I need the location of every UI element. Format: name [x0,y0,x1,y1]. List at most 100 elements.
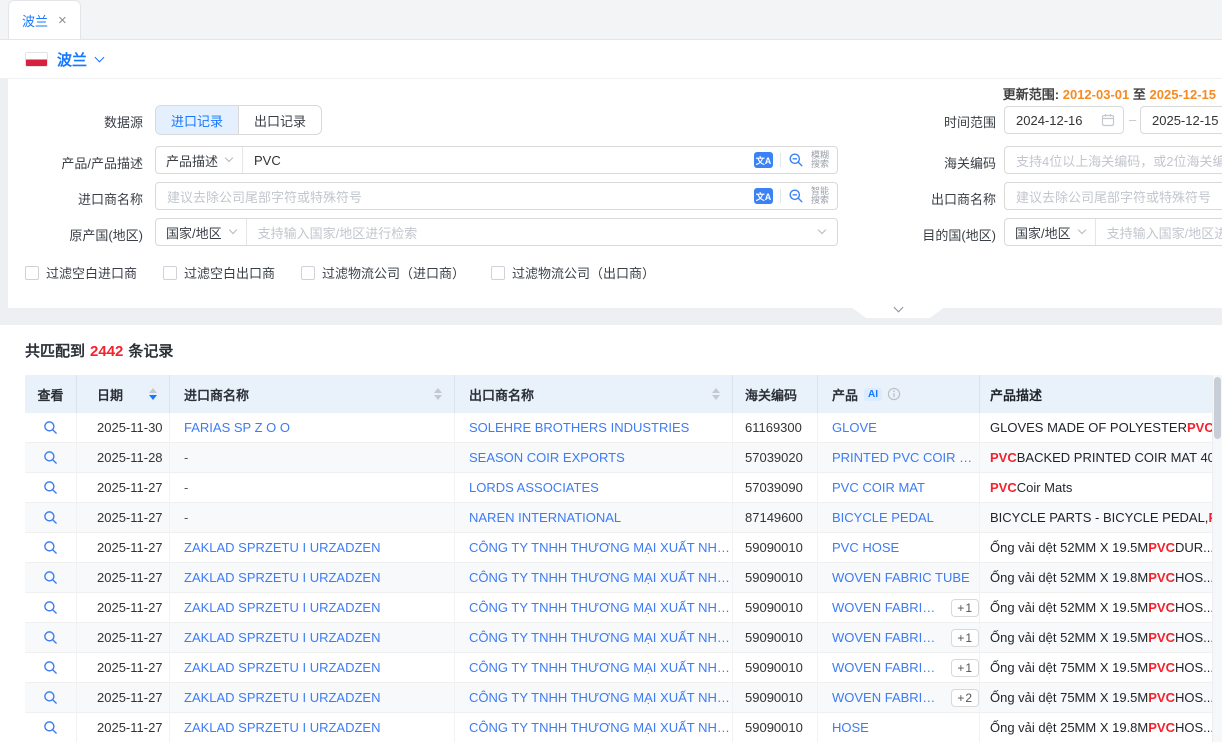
translate-icon[interactable]: 文A [754,188,773,204]
row-extra-count-badge[interactable]: +2 [951,689,979,707]
product-search-input[interactable]: PVC [243,153,292,168]
country-name[interactable]: 波兰 [57,49,87,70]
row-exporter[interactable]: CÔNG TY TNHH THƯƠNG MẠI XUẤT NHẬP... [469,660,732,675]
view-record-icon[interactable] [43,420,58,435]
checkbox-icon[interactable] [163,266,177,280]
checkbox-filter-logistics-importer[interactable]: 过滤物流公司（进口商） [301,263,465,282]
row-product[interactable]: WOVEN FABRIC ... [832,600,944,615]
row-product[interactable]: GLOVE [832,420,877,435]
vertical-scrollbar[interactable] [1212,375,1222,742]
row-product[interactable]: PRINTED PVC COIR M... [832,450,979,465]
row-product[interactable]: PVC HOSE [832,540,899,555]
view-record-icon[interactable] [43,570,58,585]
row-importer[interactable]: ZAKLAD SPRZETU I URZADZEN [184,570,380,585]
checkbox-filter-blank-importer[interactable]: 过滤空白进口商 [25,263,137,282]
row-desc-highlight: PVC [1148,540,1175,555]
row-product[interactable]: BICYCLE PEDAL [832,510,934,525]
row-description: PVC Coir Mats [980,473,1212,502]
row-importer[interactable]: - [184,480,188,495]
row-importer[interactable]: ZAKLAD SPRZETU I URZADZEN [184,690,380,705]
smart-search-mode[interactable]: 智能 搜索 [811,187,829,206]
row-product[interactable]: PVC COIR MAT [832,480,925,495]
time-range-end-input[interactable]: 2025-12-15 [1140,106,1222,134]
translate-icon[interactable]: 文A [754,152,773,168]
tab-import-records[interactable]: 进口记录 [156,106,238,134]
close-icon[interactable]: × [58,13,67,28]
info-icon[interactable] [887,387,901,401]
row-product[interactable]: WOVEN FABRIC TUBE [832,570,970,585]
row-product[interactable]: WOVEN FABRIC ... [832,690,944,705]
header-importer[interactable]: 进口商名称 [170,375,455,413]
row-date: 2025-11-27 [77,563,170,592]
chevron-down-icon[interactable] [95,53,105,63]
hs-code-input[interactable]: 支持4位以上海关编码，或2位海关编码加 [1004,146,1222,174]
row-exporter[interactable]: CÔNG TY TNHH THƯƠNG MẠI XUẤT NHẬP... [469,570,732,585]
header-date[interactable]: 日期 [77,375,170,413]
row-importer[interactable]: ZAKLAD SPRZETU I URZADZEN [184,660,380,675]
row-product[interactable]: WOVEN FABRIC ... [832,630,944,645]
view-record-icon[interactable] [43,480,58,495]
row-exporter[interactable]: SEASON COIR EXPORTS [469,450,625,465]
row-extra-count-badge[interactable]: +1 [951,599,979,617]
tab-poland[interactable]: 波兰 × [8,0,81,39]
row-importer[interactable]: ZAKLAD SPRZETU I URZADZEN [184,630,380,645]
checkbox-filter-blank-exporter[interactable]: 过滤空白出口商 [163,263,275,282]
row-exporter[interactable]: CÔNG TY TNHH THƯƠNG MẠI XUẤT NHẬP... [469,630,732,645]
view-record-icon[interactable] [43,690,58,705]
time-range-start-input[interactable]: 2024-12-16 [1004,106,1124,134]
checkbox-icon[interactable] [25,266,39,280]
table-row: 2025-11-27 - NAREN INTERNATIONAL 8714960… [25,503,1212,533]
checkbox-icon[interactable] [301,266,315,280]
smart-search-icon[interactable] [788,188,804,204]
row-importer[interactable]: FARIAS SP Z O O [184,420,290,435]
origin-country-select[interactable]: 国家/地区 [156,219,246,245]
row-desc-post: HOS... [1175,660,1212,675]
view-record-icon[interactable] [43,660,58,675]
header-date-label: 日期 [97,385,123,404]
checkbox-label: 过滤空白进口商 [46,263,137,282]
table-row: 2025-11-27 ZAKLAD SPRZETU I URZADZEN CÔN… [25,653,1212,683]
checkbox-filter-logistics-exporter[interactable]: 过滤物流公司（出口商） [491,263,655,282]
row-exporter[interactable]: NAREN INTERNATIONAL [469,510,621,525]
importer-name-input[interactable]: 建议去除公司尾部字符或特殊符号 文A 智能 搜索 [155,182,838,210]
row-exporter[interactable]: CÔNG TY TNHH THƯƠNG MẠI XUẤT NHẬP... [469,720,732,735]
row-exporter[interactable]: CÔNG TY TNHH THƯƠNG MẠI XUẤT NHẬP... [469,690,732,705]
row-importer[interactable]: ZAKLAD SPRZETU I URZADZEN [184,540,380,555]
row-importer[interactable]: ZAKLAD SPRZETU I URZADZEN [184,600,380,615]
view-record-icon[interactable] [43,600,58,615]
scrollbar-thumb[interactable] [1214,377,1221,439]
row-description: Ống vải dệt 52MM X 19.5M PVC HOS... [980,593,1212,622]
match-summary: 共匹配到2442条记录 [25,340,173,361]
row-exporter[interactable]: CÔNG TY TNHH THƯƠNG MẠI XUẤT NHẬP... [469,600,732,615]
row-desc-pre: GLOVES MADE OF POLYESTER [990,420,1187,435]
row-exporter[interactable]: CÔNG TY TNHH THƯƠNG MẠI XUẤT NHẬP... [469,540,732,555]
view-record-icon[interactable] [43,450,58,465]
row-exporter[interactable]: SOLEHRE BROTHERS INDUSTRIES [469,420,689,435]
product-search-control: 产品描述 PVC 文A 模糊 搜索 [155,146,838,174]
destination-country-control[interactable]: 国家/地区 支持输入国家/地区进行 [1004,218,1222,246]
destination-country-select[interactable]: 国家/地区 [1005,219,1095,245]
product-field-select[interactable]: 产品描述 [156,147,242,173]
view-record-icon[interactable] [43,510,58,525]
row-exporter[interactable]: LORDS ASSOCIATES [469,480,599,495]
view-record-icon[interactable] [43,630,58,645]
fuzzy-search-icon[interactable] [788,152,804,168]
row-product[interactable]: HOSE [832,720,869,735]
row-extra-count-badge[interactable]: +1 [951,629,979,647]
row-importer[interactable]: ZAKLAD SPRZETU I URZADZEN [184,720,380,735]
fuzzy-search-mode[interactable]: 模糊 搜索 [811,151,829,170]
row-importer[interactable]: - [184,450,188,465]
exporter-name-input[interactable]: 建议去除公司尾部字符或特殊符号 [1004,182,1222,210]
row-importer[interactable]: - [184,510,188,525]
sort-icon[interactable] [712,388,720,400]
checkbox-icon[interactable] [491,266,505,280]
header-exporter[interactable]: 出口商名称 [455,375,733,413]
sort-icon[interactable] [434,388,442,400]
row-extra-count-badge[interactable]: +1 [951,659,979,677]
sort-icon[interactable] [149,388,157,400]
view-record-icon[interactable] [43,720,58,735]
tab-export-records[interactable]: 出口记录 [238,106,321,134]
row-product[interactable]: WOVEN FABRIC ... [832,660,944,675]
view-record-icon[interactable] [43,540,58,555]
origin-country-control[interactable]: 国家/地区 支持输入国家/地区进行检索 [155,218,838,246]
